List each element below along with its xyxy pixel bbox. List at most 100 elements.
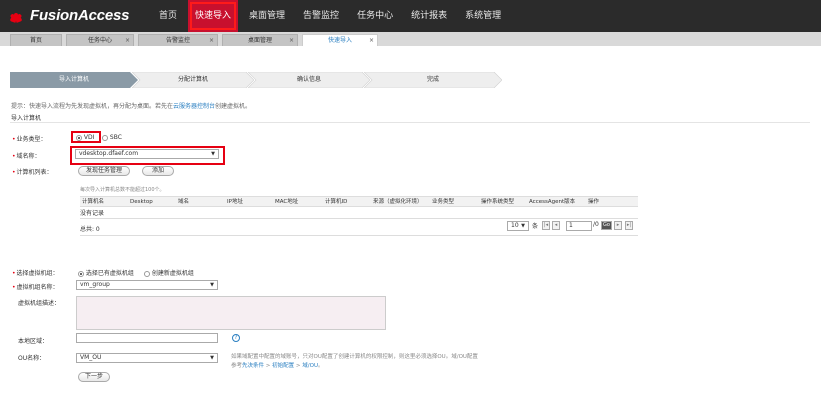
nav-home[interactable]: 首页 (152, 0, 184, 32)
hint-text-suffix: 创建虚拟机。 (215, 103, 252, 110)
main-nav: 首页 快速导入 桌面管理 告警监控 任务中心 统计报表 系统管理 (152, 0, 512, 32)
cloud-console-link[interactable]: 云服务器控制台 (173, 103, 215, 110)
computer-list-label: •计算机列表： (12, 169, 53, 176)
hint-text: 。 (317, 363, 324, 369)
local-area-input[interactable] (76, 333, 218, 343)
ou-select[interactable]: VM_OU ▼ (76, 353, 218, 363)
close-icon[interactable]: × (289, 35, 294, 46)
step-label: 分配计算机 (177, 76, 208, 83)
col-action[interactable]: 操作 (588, 197, 599, 207)
tab-label: 快速导入 (327, 37, 352, 44)
close-icon[interactable]: × (209, 35, 214, 46)
ou-label: OU名称： (18, 355, 46, 362)
label-text: 虚拟机组名称： (16, 284, 59, 291)
label-text: 选择虚拟机组： (16, 270, 59, 277)
radio-new-group[interactable]: 创建新虚拟机组 (144, 268, 194, 277)
import-hint: 提示：快速导入流程为先发现虚拟机，再分配为桌面。若先在云服务器控制台创建虚拟机。 (11, 101, 251, 110)
dropdown-arrow-icon: ▼ (210, 282, 214, 288)
logo: FusionAccess (8, 7, 130, 24)
select-value: vm_group (80, 281, 110, 288)
col-os-type[interactable]: 操作系统类型 (481, 197, 514, 207)
prev-page-icon[interactable]: ◂ (552, 221, 560, 230)
nav-system-management[interactable]: 系统管理 (458, 0, 508, 32)
select-value: 10 (511, 222, 519, 229)
domain-select[interactable]: vdesktop.dfaef.com ▼ (75, 149, 219, 159)
radio-selected-icon[interactable] (76, 134, 82, 141)
page-size-suffix: 条 (532, 223, 539, 230)
domain-ou-link[interactable]: 域/OU (302, 363, 318, 369)
business-type-label: •业务类型： (12, 136, 47, 143)
last-page-icon[interactable]: ▸| (625, 221, 633, 230)
tab-label: 任务中心 (87, 37, 112, 44)
hint-text: 提示：快速导入流程为先发现虚拟机，再分配为桌面。若先在 (11, 103, 174, 110)
nav-desktop-management[interactable]: 桌面管理 (242, 0, 292, 32)
dropdown-arrow-icon: ▼ (210, 355, 214, 361)
next-button[interactable]: 下一步 (78, 372, 110, 382)
hint-text: 参考 (231, 363, 243, 369)
tab-label: 首页 (29, 37, 42, 44)
vm-group-select[interactable]: vm_group ▼ (76, 280, 218, 290)
tab-alarm-monitor[interactable]: 告警监控 × (138, 34, 218, 46)
col-domain[interactable]: 域名 (178, 197, 189, 207)
domain-label: •域名称： (12, 153, 41, 160)
page-input[interactable]: 1 (566, 221, 592, 231)
tab-home[interactable]: 首页 (10, 34, 62, 46)
page-size-select[interactable]: 10 ▼ (507, 221, 529, 231)
close-icon[interactable]: × (369, 35, 374, 46)
import-limit-hint: 每次导入计算机总数不能超过100个。 (80, 187, 165, 193)
col-business-type[interactable]: 业务类型 (432, 197, 454, 207)
add-button[interactable]: 添加 (142, 166, 174, 176)
tab-quick-import[interactable]: 快速导入 × (302, 34, 378, 46)
first-page-icon[interactable]: |◂ (542, 221, 550, 230)
tab-desktop-management[interactable]: 桌面管理 × (222, 34, 298, 46)
next-page-icon[interactable]: ▸ (614, 221, 622, 230)
step-label: 完成 (426, 76, 439, 83)
go-button[interactable]: Go (601, 221, 612, 230)
page-total: /0 (593, 221, 599, 228)
col-computer-id[interactable]: 计算机ID (325, 197, 347, 207)
close-icon[interactable]: × (125, 35, 130, 46)
radio-selected-icon[interactable] (78, 270, 84, 277)
divider (10, 122, 810, 123)
col-ip[interactable]: IP地址 (227, 197, 243, 207)
step-label: 导入计算机 (58, 76, 89, 83)
local-area-label: 本地区域： (18, 338, 49, 345)
col-source[interactable]: 来源（虚拟化环境） (373, 197, 423, 207)
computer-table-header: 计算机名 Desktop 域名 IP地址 MAC地址 计算机ID 来源（虚拟化环… (80, 196, 638, 207)
ou-hint-line2: 参考先决条件 > 初始配置 > 域/OU。 (231, 362, 531, 371)
step-assign-computer: 分配计算机 (132, 72, 254, 88)
vm-group-desc-label: 虚拟机组描述： (18, 300, 61, 307)
label-text: 业务类型： (16, 136, 47, 143)
radio-sbc[interactable]: SBC (102, 134, 122, 141)
label-text: 计算机列表： (16, 169, 53, 176)
tab-label: 桌面管理 (247, 37, 272, 44)
col-agent-version[interactable]: AccessAgent版本 (529, 197, 575, 207)
col-mac[interactable]: MAC地址 (275, 197, 298, 207)
radio-icon[interactable] (102, 134, 108, 141)
app-title: FusionAccess (30, 7, 130, 24)
ou-hint-line1: 如果域配置中配置的域账号，只对OU配置了创建计算机的权限控制，则这里必须选择OU… (231, 354, 478, 360)
radio-icon[interactable] (144, 270, 150, 277)
select-value: vdesktop.dfaef.com (79, 150, 139, 157)
radio-label: SBC (109, 134, 122, 141)
discovery-task-button[interactable]: 发现任务管理 (78, 166, 130, 176)
tab-strip: 首页 任务中心 × 告警监控 × 桌面管理 × 快速导入 × (0, 32, 821, 46)
vm-group-desc-textarea[interactable] (76, 296, 386, 330)
help-icon[interactable]: ? (232, 334, 240, 342)
total-count: 总共: 0 (80, 226, 100, 233)
prerequisites-link[interactable]: 先决条件 (242, 363, 264, 369)
radio-existing-group[interactable]: 选择已有虚拟机组 (78, 268, 134, 277)
col-desktop[interactable]: Desktop (130, 197, 153, 207)
nav-quick-import[interactable]: 快速导入 (188, 0, 239, 32)
col-computer-name[interactable]: 计算机名 (82, 197, 104, 207)
ou-hint: 如果域配置中配置的域账号，只对OU配置了创建计算机的权限控制，则这里必须选择OU… (231, 353, 531, 371)
hint-separator: > (264, 363, 273, 369)
nav-statistics[interactable]: 统计报表 (404, 0, 454, 32)
tab-task-center[interactable]: 任务中心 × (66, 34, 134, 46)
vm-group-label: •选择虚拟机组： (12, 270, 59, 277)
radio-vdi[interactable]: VDI (76, 134, 94, 141)
nav-alarm-monitor[interactable]: 告警监控 (296, 0, 346, 32)
initial-config-link[interactable]: 初始配置 (272, 363, 294, 369)
huawei-logo-icon (8, 9, 24, 23)
nav-task-center[interactable]: 任务中心 (350, 0, 400, 32)
